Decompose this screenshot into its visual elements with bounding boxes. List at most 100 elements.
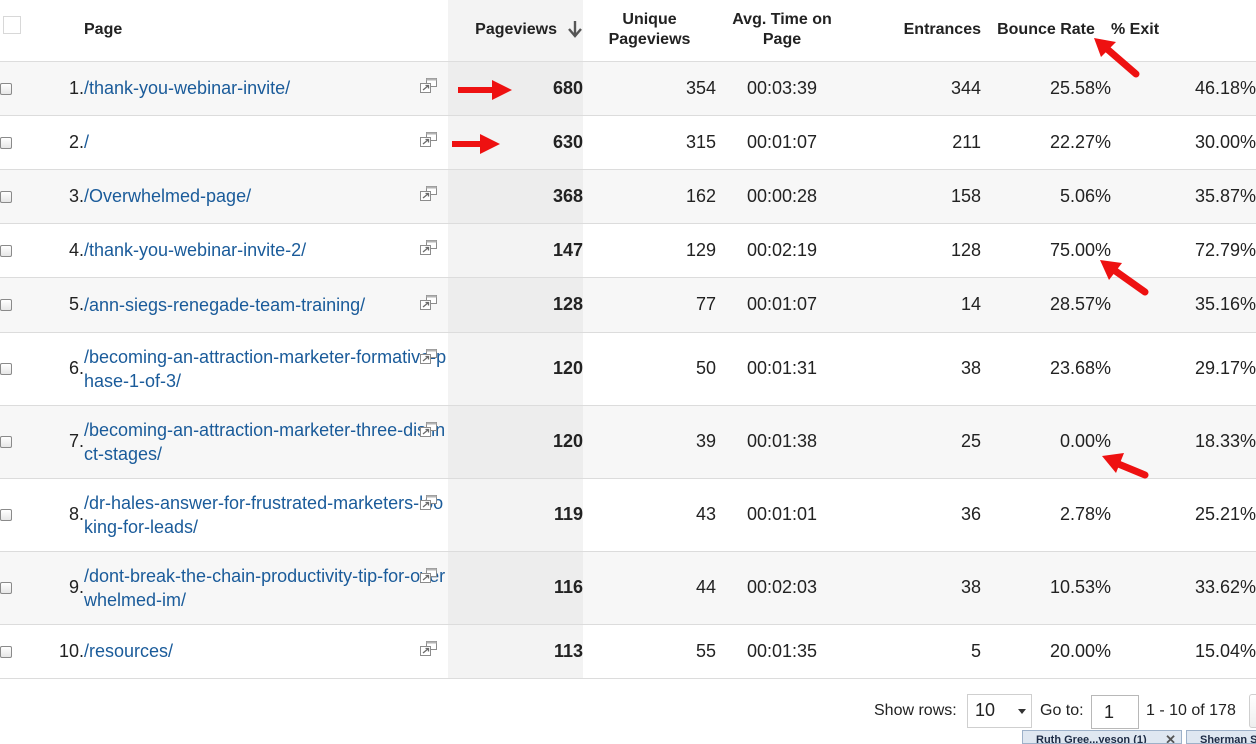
open-page-icon[interactable]: [420, 294, 437, 310]
row-checkbox[interactable]: [0, 363, 12, 376]
unique-pageviews-cell: 43: [695, 504, 716, 524]
open-page-icon[interactable]: [420, 567, 437, 583]
header-unique-pageviews[interactable]: Unique Pageviews: [583, 0, 716, 62]
header-pageviews[interactable]: Pageviews: [448, 0, 583, 62]
arrow-down-icon[interactable]: [567, 20, 583, 38]
exit-cell: 18.33%: [1194, 431, 1256, 451]
row-checkbox[interactable]: [0, 82, 12, 95]
exit-cell: 30.00%: [1194, 131, 1256, 152]
page-cell: /becoming-an-attraction-marketer-three-d…: [84, 405, 448, 478]
page-link[interactable]: /: [84, 130, 448, 154]
page-link[interactable]: /dr-hales-answer-for-frustrated-marketer…: [84, 491, 448, 539]
entrances-cell: 25: [960, 431, 981, 451]
bounce-rate-cell: 23.68%: [1049, 358, 1111, 378]
page-link[interactable]: /thank-you-webinar-invite/: [84, 76, 448, 100]
page-range-text: 1 - 10 of 178: [1146, 702, 1236, 719]
open-page-icon[interactable]: [420, 240, 437, 255]
unique-pageviews-cell: 55: [695, 640, 716, 661]
page-link[interactable]: /Overwhelmed-page/: [84, 184, 448, 208]
header-entrances-label: Entrances: [903, 21, 981, 39]
pageviews-cell: 120: [448, 332, 583, 405]
row-checkbox[interactable]: [0, 582, 12, 595]
open-page-icon[interactable]: [420, 421, 437, 437]
open-page-icon[interactable]: [420, 132, 437, 147]
show-rows-value: 10: [975, 700, 996, 720]
header-page[interactable]: Page: [84, 0, 448, 62]
row-select-cell: [0, 61, 26, 115]
taskbar-tab[interactable]: Sherman S: [1186, 730, 1256, 744]
row-select-cell: [0, 624, 26, 678]
row-checkbox[interactable]: [0, 190, 12, 203]
entrances-cell: 14: [960, 294, 981, 314]
table-row: 4. /thank-you-webinar-invite-2/ 147 129 …: [0, 223, 1256, 277]
row-checkbox[interactable]: [0, 136, 12, 149]
entrances-cell: 211: [952, 131, 981, 152]
goto-input[interactable]: 1: [1091, 695, 1139, 729]
page-link[interactable]: /dont-break-the-chain-productivity-tip-f…: [84, 564, 448, 612]
page-cell: /resources/: [84, 624, 448, 678]
pageviews-cell: 113: [448, 624, 583, 678]
row-checkbox[interactable]: [0, 509, 12, 522]
unique-pageviews-cell: 315: [685, 131, 716, 152]
avg-time-cell: 00:03:39: [746, 77, 818, 98]
page-cell: /dr-hales-answer-for-frustrated-marketer…: [84, 478, 448, 551]
pagination-bar: Show rows: 10 Go to: 1 1 - 10 of 178: [0, 694, 1256, 729]
open-page-icon[interactable]: [420, 494, 437, 510]
unique-pageviews-cell: 354: [685, 77, 716, 98]
bounce-rate-cell: 5.06%: [1059, 185, 1111, 206]
page-link[interactable]: /becoming-an-attraction-marketer-formati…: [84, 345, 448, 393]
open-page-icon[interactable]: [420, 186, 437, 201]
unique-pageviews-cell: 44: [695, 577, 716, 597]
row-checkbox[interactable]: [0, 436, 12, 449]
bounce-rate-cell: 10.53%: [1049, 577, 1111, 597]
exit-cell: 25.21%: [1194, 504, 1256, 524]
taskbar-tab-label: Sherman S: [1200, 734, 1256, 744]
entrances-cell: 158: [950, 185, 981, 206]
pageviews-cell: 120: [448, 405, 583, 478]
open-page-icon[interactable]: [420, 78, 437, 93]
page-link[interactable]: /thank-you-webinar-invite-2/: [84, 238, 448, 262]
header-entrances[interactable]: Entrances: [848, 0, 981, 62]
entrances-cell: 344: [950, 77, 981, 98]
bounce-rate-cell: 22.27%: [1049, 131, 1111, 152]
row-checkbox[interactable]: [0, 244, 12, 257]
pageviews-cell: 116: [448, 551, 583, 624]
table-row: 10. /resources/ 113 55 00:01:35 5 20.00%…: [0, 624, 1256, 678]
header-unique-pageviews-line1: Unique: [622, 11, 677, 29]
avg-time-cell: 00:01:38: [746, 431, 818, 451]
page-link[interactable]: /ann-siegs-renegade-team-training/: [84, 293, 448, 317]
header-select-all[interactable]: [0, 0, 26, 62]
entrances-cell: 128: [950, 239, 981, 260]
select-all-checkbox[interactable]: [3, 16, 21, 35]
row-checkbox[interactable]: [0, 645, 12, 658]
page-cell: /becoming-an-attraction-marketer-formati…: [84, 332, 448, 405]
close-icon[interactable]: ✕: [1165, 731, 1176, 743]
header-exit-label: % Exit: [1111, 21, 1160, 39]
page-link[interactable]: /becoming-an-attraction-marketer-three-d…: [84, 418, 448, 466]
analytics-table: Page Pageviews Unique Pageviews Avg. Time…: [0, 0, 1256, 679]
table-header-row: Page Pageviews Unique Pageviews Avg. Time…: [0, 0, 1256, 62]
pager-prev-button[interactable]: [1249, 694, 1256, 728]
show-rows-label: Show rows:: [874, 702, 957, 719]
bounce-rate-cell: 20.00%: [1049, 640, 1111, 661]
open-page-icon[interactable]: [420, 641, 437, 656]
row-select-cell: [0, 169, 26, 223]
bounce-rate-cell: 0.00%: [1059, 431, 1111, 451]
header-exit[interactable]: % Exit: [1111, 0, 1256, 62]
show-rows-select[interactable]: 10: [967, 694, 1032, 728]
row-checkbox[interactable]: [0, 299, 12, 312]
open-page-icon[interactable]: [420, 348, 437, 364]
row-index: 9.: [68, 577, 84, 597]
avg-time-cell: 00:01:01: [746, 504, 818, 524]
entrances-cell: 5: [970, 640, 981, 661]
row-select-cell: [0, 405, 26, 478]
header-avg-time[interactable]: Avg. Time on Page: [716, 0, 848, 62]
unique-pageviews-cell: 162: [685, 185, 716, 206]
taskbar-tab[interactable]: Ruth Gree...yeson (1) ✕: [1022, 730, 1182, 744]
avg-time-cell: 00:01:07: [746, 294, 818, 314]
table-row: 7. /becoming-an-attraction-marketer-thre…: [0, 405, 1256, 478]
avg-time-cell: 00:02:19: [746, 239, 818, 260]
header-bounce-rate[interactable]: Bounce Rate: [981, 0, 1111, 62]
row-select-cell: [0, 115, 26, 169]
page-link[interactable]: /resources/: [84, 639, 448, 663]
